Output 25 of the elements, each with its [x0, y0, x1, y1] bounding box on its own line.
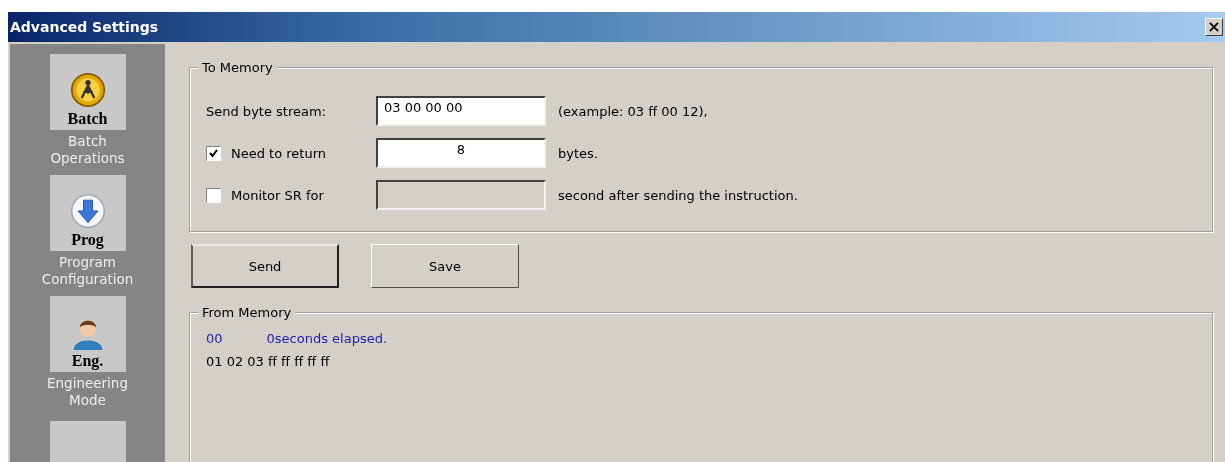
close-button[interactable]: × — [1205, 18, 1223, 36]
group-title: To Memory — [198, 60, 277, 75]
sidebar-label: Program Configuration — [40, 254, 135, 288]
window-title: Advanced Settings — [9, 19, 159, 35]
worker-coin-icon — [69, 72, 106, 108]
action-button[interactable]: Send — [191, 244, 339, 288]
output-line: 01 02 03 ff ff ff ff ff — [206, 354, 331, 369]
sidebar-label: Engineering Mode — [46, 375, 129, 409]
sidebar-tile[interactable]: Batch — [49, 54, 126, 130]
sidebar-tile[interactable]: Eng. — [49, 296, 126, 372]
input-field[interactable]: 8 — [376, 138, 546, 168]
field-label: Send byte stream: — [206, 103, 326, 119]
action-button[interactable]: Save — [371, 244, 519, 288]
group-title: From Memory — [198, 305, 296, 320]
hint-text: second after sending the instruction. — [557, 187, 798, 203]
sidebar-label: Batch Operations — [49, 133, 126, 167]
hint-text: bytes. — [557, 145, 598, 161]
sidebar-tile[interactable]: Prog — [49, 175, 126, 251]
field-label: Need to return — [231, 145, 327, 161]
field-label: Monitor SR for — [231, 187, 324, 203]
hint-text: (example: 03 ff 00 12), — [557, 103, 708, 119]
status-code: 00 — [206, 331, 223, 346]
input-field[interactable]: 03 00 00 00 — [376, 96, 546, 126]
checkbox[interactable] — [206, 145, 221, 161]
status-text: 0seconds elapsed. — [266, 331, 388, 346]
